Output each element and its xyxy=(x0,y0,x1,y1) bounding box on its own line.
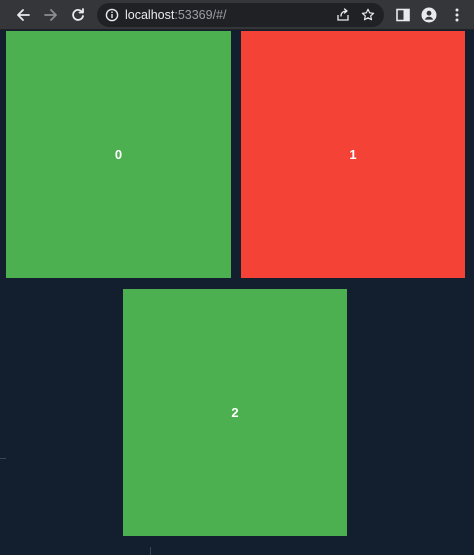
box-0: 0 xyxy=(6,31,231,278)
url-host: localhost xyxy=(125,8,175,22)
url-port-path: :53369/#/ xyxy=(174,8,227,22)
side-panel-icon[interactable] xyxy=(395,7,411,23)
browser-toolbar: localhost:53369/#/ xyxy=(0,0,474,30)
box-1: 1 xyxy=(241,31,465,278)
share-icon[interactable] xyxy=(336,8,350,22)
box-2-label: 2 xyxy=(231,405,239,420)
url-text[interactable]: localhost:53369/#/ xyxy=(125,3,226,27)
reload-icon[interactable] xyxy=(67,4,89,26)
menu-icon[interactable] xyxy=(449,7,465,23)
bookmark-star-icon[interactable] xyxy=(361,8,375,22)
back-arrow-icon[interactable] xyxy=(12,4,34,26)
profile-icon[interactable] xyxy=(421,7,437,23)
box-1-label: 1 xyxy=(349,147,357,162)
box-2: 2 xyxy=(123,289,347,536)
box-0-label: 0 xyxy=(114,147,123,162)
page-edge-tick xyxy=(150,547,151,555)
site-info-icon[interactable] xyxy=(105,8,119,22)
page-edge-line xyxy=(0,458,6,459)
address-bar[interactable]: localhost:53369/#/ xyxy=(97,3,384,27)
forward-arrow-icon[interactable] xyxy=(40,4,62,26)
